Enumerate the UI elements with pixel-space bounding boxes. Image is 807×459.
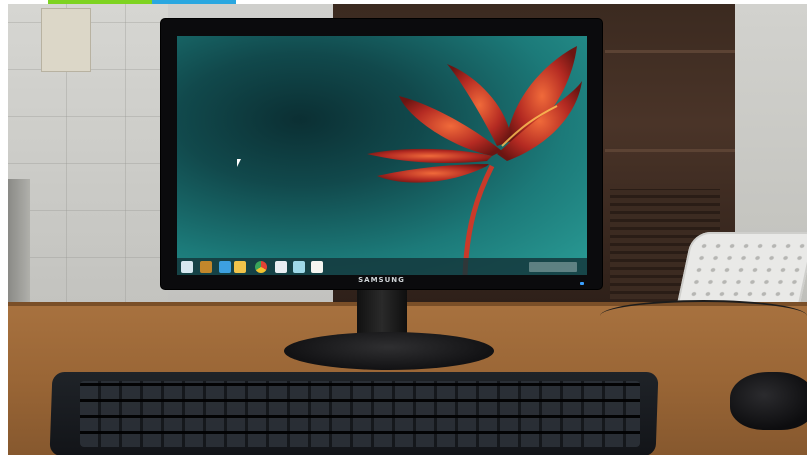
flower-petal	[367, 148, 492, 164]
keyboard-keys	[80, 381, 640, 447]
app-icon[interactable]	[311, 261, 323, 273]
start-icon[interactable]	[181, 261, 193, 273]
shelf-board	[605, 50, 735, 53]
windows-taskbar	[177, 258, 587, 275]
photo-frame: SAMSUNG	[0, 0, 807, 459]
ie-icon[interactable]	[219, 261, 231, 273]
mouse	[730, 372, 807, 430]
power-led-icon	[580, 282, 584, 285]
monitor-stand	[284, 332, 494, 370]
chrome-icon[interactable]	[255, 261, 267, 273]
photo: SAMSUNG	[8, 4, 807, 455]
system-tray[interactable]	[529, 262, 577, 272]
monitor-screen	[177, 36, 587, 275]
shelf-board	[605, 149, 735, 152]
wall-poster	[41, 8, 91, 72]
monitor-brand: SAMSUNG	[358, 276, 405, 284]
app-icon[interactable]	[293, 261, 305, 273]
monitor: SAMSUNG	[161, 19, 602, 289]
store-icon[interactable]	[200, 261, 212, 273]
chair-perforation	[685, 240, 807, 300]
mouse-cursor	[237, 159, 241, 167]
app-icon[interactable]	[275, 261, 287, 273]
flower-petal	[377, 164, 489, 183]
cable	[600, 300, 807, 332]
flower-wallpaper	[367, 46, 582, 275]
folder-icon[interactable]	[234, 261, 246, 273]
wall-pipe	[8, 179, 30, 309]
